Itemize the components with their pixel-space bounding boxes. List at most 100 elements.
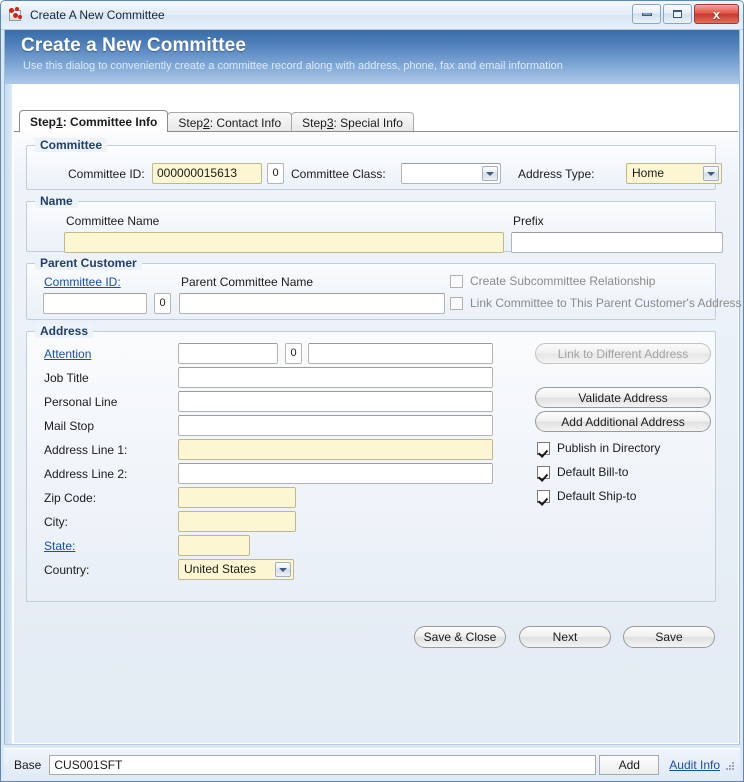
parent-customer-group: Parent Customer Committee ID: 0 Parent C…: [26, 256, 742, 320]
link-parent-address-checkbox[interactable]: Link Committee to This Parent Customer's…: [450, 296, 742, 310]
zip-code-input[interactable]: [178, 487, 296, 508]
default-bill-to-checkbox[interactable]: Default Bill-to: [537, 465, 628, 479]
name-group-legend: Name: [35, 194, 78, 208]
window-controls: x: [632, 4, 739, 24]
checkbox-box: [537, 489, 550, 503]
tab-bar: Step 1: Committee Info Step 2: Contact I…: [19, 110, 414, 132]
publish-in-directory-checkbox[interactable]: Publish in Directory: [537, 441, 660, 455]
attention-input[interactable]: [178, 343, 278, 364]
parent-committee-id-link[interactable]: Committee ID:: [44, 275, 121, 289]
chevron-down-icon[interactable]: [275, 562, 291, 577]
committee-group-legend: Committee: [35, 138, 108, 152]
attention-sequence[interactable]: 0: [285, 343, 302, 364]
city-input[interactable]: [178, 511, 296, 532]
default-ship-to-checkbox[interactable]: Default Ship-to: [537, 489, 636, 503]
page-title: Create a New Committee: [21, 35, 246, 56]
committee-id-sequence[interactable]: 0: [267, 163, 284, 184]
country-value: United States: [184, 562, 257, 576]
state-link[interactable]: State:: [44, 539, 75, 553]
chevron-down-icon[interactable]: [703, 166, 719, 181]
job-title-input[interactable]: [178, 367, 493, 388]
create-subcommittee-label: Create Subcommittee Relationship: [470, 274, 656, 288]
mail-stop-input[interactable]: [178, 415, 493, 436]
default-ship-to-label: Default Ship-to: [557, 489, 637, 503]
chevron-down-icon[interactable]: [482, 166, 498, 181]
title-bar: Create A New Committee x: [1, 1, 743, 30]
checkbox-box: [537, 465, 550, 479]
committee-name-input[interactable]: [64, 232, 504, 253]
page-subtitle: Use this dialog to conveniently create a…: [23, 60, 563, 72]
mail-stop-label: Mail Stop: [44, 419, 95, 433]
status-bar: Base CUS001SFT Add Audit Info: [4, 748, 740, 781]
address-line2-label: Address Line 2:: [44, 467, 128, 481]
tab-step3-special-info[interactable]: Step 3: Special Info: [291, 112, 414, 132]
validate-address-button[interactable]: Validate Address: [535, 387, 711, 408]
name-group: Name Committee Name Prefix: [26, 194, 723, 253]
page-banner: Create a New Committee Use this dialog t…: [4, 30, 740, 84]
parent-customer-group-legend: Parent Customer: [35, 256, 142, 270]
job-title-label: Job Title: [44, 371, 89, 385]
minimize-icon: [641, 12, 652, 16]
personal-line-input[interactable]: [178, 391, 493, 412]
tab-step2-contact-info[interactable]: Step 2: Contact Info: [167, 112, 293, 132]
tab-step2-accel: 2: [203, 115, 210, 130]
save-and-close-button[interactable]: Save & Close: [414, 626, 506, 648]
tab-step1-suffix: : Committee Info: [62, 114, 158, 129]
personal-line-label: Personal Line: [44, 395, 118, 409]
base-value-field[interactable]: CUS001SFT: [49, 755, 597, 775]
tab-step1-committee-info[interactable]: Step 1: Committee Info: [19, 110, 169, 132]
tab-step1-prefix: Step: [30, 114, 57, 129]
country-select[interactable]: United States: [178, 559, 294, 580]
add-button[interactable]: Add: [599, 755, 660, 775]
address-group-body: Attention 0 Job Title Personal Line Mail…: [26, 331, 716, 602]
attention-link[interactable]: Attention: [44, 347, 91, 361]
state-input[interactable]: [178, 535, 250, 556]
content-area: Step 1: Committee Info Step 2: Contact I…: [4, 84, 742, 745]
checkbox-box: [537, 441, 550, 455]
minimize-button[interactable]: [632, 4, 661, 24]
zip-code-label: Zip Code:: [44, 491, 97, 505]
parent-committee-id-sequence[interactable]: 0: [154, 293, 171, 314]
address-type-label: Address Type:: [518, 167, 595, 181]
tab-step3-prefix: Step: [302, 115, 327, 130]
committee-id-input[interactable]: 000000015613: [152, 163, 262, 184]
add-additional-address-button[interactable]: Add Additional Address: [535, 411, 711, 432]
name-group-body: Committee Name Prefix: [26, 201, 723, 253]
next-button[interactable]: Next: [519, 626, 611, 648]
app-icon: [8, 7, 24, 23]
tab-panel: Committee Committee ID: 000000015613 0 C…: [14, 131, 742, 743]
link-to-different-address-button[interactable]: Link to Different Address: [535, 343, 711, 364]
parent-committee-id-input[interactable]: [43, 293, 147, 314]
address-group-legend: Address: [35, 324, 94, 338]
committee-group: Committee Committee ID: 000000015613 0 C…: [26, 138, 722, 190]
close-button[interactable]: x: [694, 4, 739, 24]
address-type-value: Home: [632, 166, 665, 180]
parent-committee-name-label: Parent Committee Name: [181, 275, 314, 289]
tab-step3-accel: 3: [326, 115, 334, 130]
prefix-input[interactable]: [511, 232, 723, 253]
left-accent-strip: [5, 84, 13, 744]
window-title: Create A New Committee: [30, 8, 165, 22]
attention-name-input[interactable]: [308, 343, 493, 364]
create-subcommittee-checkbox[interactable]: Create Subcommittee Relationship: [450, 274, 655, 288]
save-button[interactable]: Save: [623, 626, 715, 648]
default-bill-to-label: Default Bill-to: [557, 465, 629, 479]
address-line2-input[interactable]: [178, 463, 493, 484]
address-line1-input[interactable]: [178, 439, 493, 460]
base-label: Base: [14, 758, 42, 772]
parent-customer-group-body: Committee ID: 0 Parent Committee Name Cr…: [26, 263, 742, 320]
address-type-select[interactable]: Home: [626, 163, 722, 184]
parent-committee-name-input[interactable]: [179, 293, 445, 314]
committee-class-select[interactable]: [401, 163, 501, 184]
maximize-button[interactable]: [663, 4, 692, 24]
audit-info-link[interactable]: Audit Info: [669, 758, 720, 772]
address-line1-label: Address Line 1:: [44, 443, 128, 457]
address-group: Address Attention 0 Job Title Personal L…: [26, 324, 716, 602]
tab-step3-suffix: : Special Info: [333, 115, 403, 130]
checkbox-box: [450, 274, 463, 288]
prefix-label: Prefix: [513, 214, 544, 228]
checkbox-box: [450, 296, 463, 310]
resize-grip-icon[interactable]: [726, 759, 736, 771]
committee-name-label: Committee Name: [66, 214, 160, 228]
maximize-icon: [673, 10, 682, 18]
